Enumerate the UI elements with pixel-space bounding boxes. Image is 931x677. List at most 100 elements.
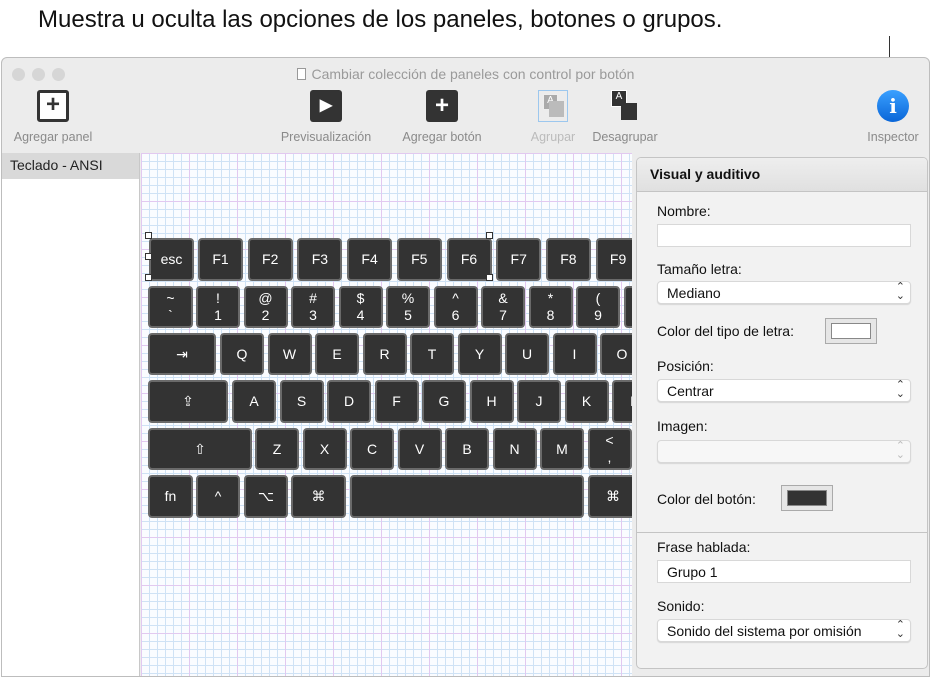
key[interactable]: A — [232, 380, 276, 423]
key[interactable]: V — [397, 428, 442, 470]
key[interactable]: ~ ` — [148, 286, 193, 328]
key[interactable]: <, — [587, 428, 632, 470]
key[interactable]: M — [540, 428, 584, 470]
key-label: L — [630, 393, 632, 410]
key[interactable]: B — [445, 428, 489, 470]
callout-caption: Muestra u oculta las opciones de los pan… — [38, 6, 723, 33]
key[interactable]: F7 — [496, 238, 542, 281]
key[interactable]: esc — [149, 238, 194, 281]
key-label: G — [438, 393, 450, 409]
key[interactable]: R — [362, 333, 407, 375]
selection-handle[interactable] — [145, 274, 152, 281]
chevron-updown-icon: ⌃ ⌄ — [895, 440, 905, 461]
key[interactable]: ⌘ — [588, 475, 632, 518]
position-select[interactable]: Centrar ⌃ ⌄ — [657, 379, 911, 402]
font-size-select[interactable]: Mediano ⌃ ⌄ — [657, 281, 911, 304]
key[interactable]: E — [315, 333, 359, 375]
key[interactable]: & 7 — [481, 286, 525, 328]
key[interactable]: T — [410, 333, 454, 375]
key[interactable]: F — [374, 380, 419, 423]
key[interactable]: I — [552, 333, 597, 375]
selection-handle[interactable] — [486, 274, 493, 281]
key[interactable]: U — [505, 333, 549, 375]
key-label: @ — [258, 290, 273, 306]
sound-select[interactable]: Sonido del sistema por omisión ⌃ ⌄ — [657, 619, 911, 642]
key[interactable]: ⌥ — [244, 475, 288, 518]
key[interactable]: Z — [255, 428, 299, 470]
key[interactable]: F3 — [297, 238, 343, 281]
add-panel-button[interactable]: + Agregar panel — [2, 90, 108, 144]
spoken-phrase-field[interactable]: Grupo 1 — [657, 560, 911, 583]
key[interactable]: #3 — [291, 286, 335, 328]
key[interactable]: ⇥ — [148, 333, 216, 375]
key[interactable]: ⌘ — [291, 475, 346, 518]
key[interactable]: ⇪ — [148, 380, 228, 423]
inspector-button[interactable]: i Inspector — [838, 90, 929, 144]
key[interactable] — [623, 286, 632, 328]
key[interactable]: % 5 — [386, 286, 430, 328]
sound-label: Sonido: — [657, 598, 705, 614]
key[interactable]: J — [517, 380, 561, 423]
add-button-button[interactable]: + Agregar botón — [387, 90, 497, 144]
key-label: 9 — [594, 307, 602, 323]
key[interactable]: F1 — [198, 238, 243, 281]
key[interactable]: C — [350, 428, 394, 470]
selection-handle[interactable] — [145, 253, 152, 260]
key-label: M — [556, 440, 568, 457]
key[interactable]: Y — [457, 333, 502, 375]
selection-handle[interactable] — [145, 232, 152, 239]
key-label: F2 — [262, 251, 279, 267]
key[interactable]: F4 — [347, 238, 393, 281]
key-label: # — [309, 290, 317, 306]
key-label: * — [547, 290, 554, 306]
divider — [637, 532, 927, 533]
key[interactable]: L — [612, 380, 632, 423]
font-color-swatch — [831, 323, 871, 339]
name-field[interactable] — [657, 224, 911, 247]
preview-button[interactable]: ▶ Previsualización — [271, 90, 381, 144]
key[interactable]: K — [564, 380, 609, 423]
key[interactable]: Q — [220, 333, 264, 375]
add-button-label: Agregar botón — [402, 130, 482, 144]
key[interactable]: F8 — [545, 238, 591, 281]
key-label: ^ — [452, 290, 459, 306]
key[interactable]: F6 — [446, 238, 492, 281]
spoken-phrase-label: Frase hablada: — [657, 539, 751, 555]
key[interactable] — [350, 475, 584, 518]
key-label: T — [427, 345, 437, 362]
key-label: U — [521, 345, 533, 362]
key-label: Y — [474, 345, 485, 362]
key[interactable]: D — [327, 380, 371, 423]
key-label: 7 — [499, 307, 507, 323]
key[interactable]: ! 1 — [196, 286, 240, 328]
panel-canvas[interactable]: esc F1 F2 F3 F4 F5 F6 F7 F8 F9 ~ `! 1 @2 #3 $4% 5 ^ 6 & 7 * 8(… — [141, 153, 632, 676]
key[interactable]: F5 — [396, 238, 442, 281]
selection-handle[interactable] — [486, 232, 493, 239]
key[interactable]: N — [492, 428, 537, 470]
key[interactable]: S — [279, 380, 324, 423]
sidebar-item-teclado-ansi[interactable]: Teclado - ANSI — [2, 153, 139, 179]
key[interactable]: X — [302, 428, 347, 470]
key[interactable]: * 8 — [528, 286, 573, 328]
key[interactable]: ^ — [196, 475, 240, 518]
font-color-well[interactable] — [825, 318, 877, 344]
key[interactable]: (9 — [576, 286, 620, 328]
key[interactable]: H — [469, 380, 514, 423]
key[interactable]: F2 — [247, 238, 293, 281]
position-label: Posición: — [657, 358, 714, 374]
key[interactable]: fn — [148, 475, 193, 518]
key[interactable]: O — [600, 333, 632, 375]
key[interactable]: ^ 6 — [433, 286, 478, 328]
key[interactable]: F9 — [595, 238, 632, 281]
key-label: I — [572, 345, 577, 362]
key[interactable]: W — [267, 333, 312, 375]
chevron-updown-icon: ⌃ ⌄ — [895, 619, 905, 640]
ungroup-button[interactable]: A Desagrupar — [570, 90, 680, 144]
key[interactable]: @2 — [243, 286, 288, 328]
key[interactable]: $4 — [338, 286, 383, 328]
key[interactable]: G — [422, 380, 466, 423]
button-color-well[interactable] — [781, 485, 833, 511]
group-icon: A — [538, 90, 568, 122]
font-size-label: Tamaño letra: — [657, 261, 742, 277]
key[interactable]: ⇧ — [148, 428, 252, 470]
